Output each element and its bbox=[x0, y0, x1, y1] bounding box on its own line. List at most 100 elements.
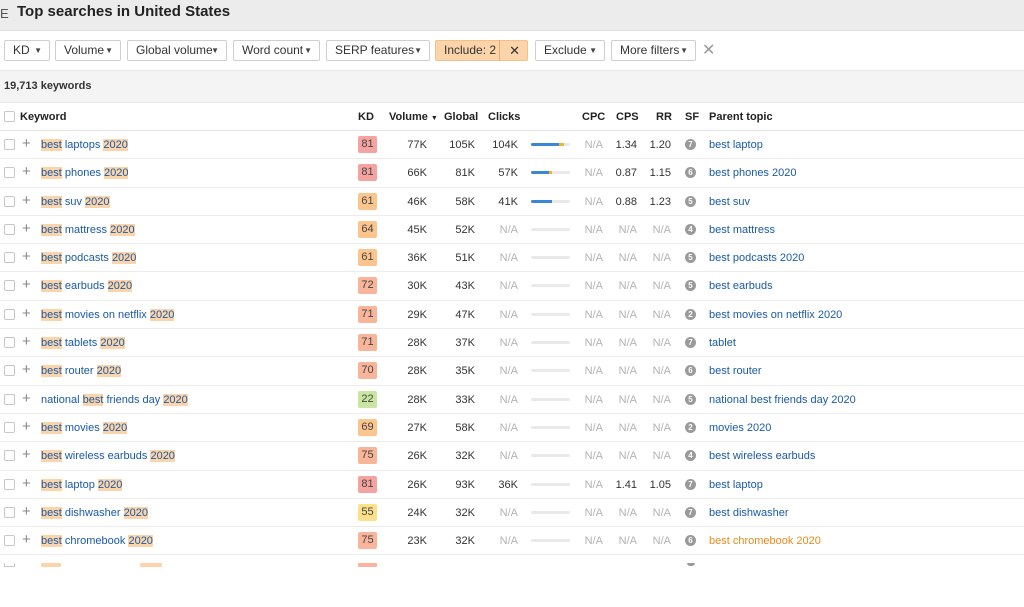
add-to-list-icon[interactable]: + bbox=[22, 391, 31, 406]
row-checkbox[interactable] bbox=[4, 478, 15, 490]
keyword-link[interactable]: best mattress 2020 bbox=[41, 223, 135, 236]
row-checkbox[interactable] bbox=[4, 365, 15, 377]
parent-topic-link[interactable]: best movies on netflix 2020 bbox=[709, 309, 842, 321]
keyword-link[interactable]: best earbuds 2020 bbox=[41, 280, 133, 293]
parent-topic-link[interactable]: movies 2020 bbox=[709, 422, 771, 434]
col-cps[interactable]: CPS bbox=[616, 111, 639, 123]
serp-feature-icon[interactable]: 5 bbox=[685, 252, 696, 264]
add-to-list-icon[interactable]: + bbox=[22, 193, 31, 208]
keyword-link[interactable]: best tablets 2020 bbox=[41, 337, 125, 350]
keyword-link[interactable]: best phones 2020 bbox=[41, 167, 129, 180]
row-checkbox[interactable] bbox=[4, 563, 15, 567]
table-row[interactable]: + best mattress 2020 64 45K 52K N/A N/A N/A N/A 4… bbox=[0, 216, 1024, 245]
keyword-link[interactable]: best laptop 2020 bbox=[41, 478, 123, 491]
table-row[interactable]: + best laptops 2020 81 77K 105K 104K N/A 1.34 1.… bbox=[0, 131, 1024, 160]
serp-feature-icon[interactable]: 4 bbox=[685, 223, 696, 235]
add-to-list-icon[interactable]: + bbox=[22, 504, 31, 519]
serp-feature-icon[interactable]: 7 bbox=[685, 139, 696, 150]
filter-global-volume-button[interactable]: Global volume ▼ bbox=[127, 40, 227, 61]
row-checkbox[interactable] bbox=[4, 280, 15, 292]
select-all-checkbox[interactable] bbox=[4, 111, 15, 122]
table-row[interactable]: + best dishwasher 2020 55 24K 32K N/A N/A N/A N/… bbox=[0, 499, 1024, 528]
table-row[interactable]: + best movies on netflix 2020 71 29K 47K N/A N… bbox=[0, 301, 1024, 330]
serp-feature-icon[interactable]: 2 bbox=[685, 421, 696, 433]
row-checkbox[interactable] bbox=[4, 450, 15, 462]
serp-feature-icon[interactable]: 5 bbox=[685, 195, 696, 207]
keyword-link[interactable]: best dishwasher 2020 bbox=[41, 506, 149, 519]
col-volume[interactable]: Volume ▼ bbox=[389, 111, 438, 123]
table-row[interactable]: + best laptop 2020 81 26K 93K 36K N/A 1.41 1.05 7… bbox=[0, 471, 1024, 499]
keyword-link[interactable]: best suv 2020 bbox=[41, 195, 110, 208]
col-kd[interactable]: KD bbox=[358, 111, 374, 123]
table-row[interactable]: + best suv 2020 61 46K 58K 41K N/A 0.88 1.23 5 bes… bbox=[0, 188, 1024, 216]
col-cpc[interactable]: CPC bbox=[582, 111, 605, 123]
add-to-list-icon[interactable]: + bbox=[22, 221, 31, 236]
serp-feature-icon[interactable]: 5 bbox=[685, 393, 696, 405]
row-checkbox[interactable] bbox=[4, 535, 15, 547]
parent-topic-link[interactable]: best laptop bbox=[709, 479, 763, 491]
table-row[interactable]: + best podcasts 2020 61 36K 51K N/A N/A N/A N/A 5… bbox=[0, 244, 1024, 273]
serp-feature-icon[interactable]: 2 bbox=[685, 308, 696, 320]
col-sf[interactable]: SF bbox=[685, 111, 699, 123]
filter-volume-button[interactable]: Volume ▼ bbox=[55, 40, 121, 61]
table-row[interactable]: + best phones 2020 81 66K 81K 57K N/A 0.87 1.15 6… bbox=[0, 159, 1024, 188]
add-to-list-icon[interactable]: + bbox=[22, 476, 31, 491]
parent-topic-link[interactable]: best wireless earbuds bbox=[709, 450, 815, 462]
add-to-list-icon[interactable]: + bbox=[22, 334, 31, 349]
parent-topic-link[interactable]: best router bbox=[709, 365, 762, 377]
keyword-link[interactable]: best movies on netflix 2020 bbox=[41, 308, 175, 321]
add-to-list-icon[interactable]: + bbox=[22, 136, 31, 151]
parent-topic-link[interactable]: best suv bbox=[709, 196, 750, 208]
table-row[interactable]: + best wireless earbuds 2020 75 26K 32K N/A N/… bbox=[0, 442, 1024, 471]
serp-feature-icon[interactable]: 6 bbox=[685, 535, 696, 547]
row-checkbox[interactable] bbox=[4, 139, 15, 150]
table-row[interactable]: + best earbuds 2020 72 30K 43K N/A N/A N/A N/A 5 b… bbox=[0, 272, 1024, 301]
table-row[interactable]: + best chromebook 2020 75 23K 32K N/A N/A N/A N/… bbox=[0, 527, 1024, 556]
parent-topic-link[interactable]: best podcasts 2020 bbox=[709, 252, 804, 264]
add-to-list-icon[interactable]: + bbox=[22, 362, 31, 377]
filter-kd-button[interactable]: KD ▼ bbox=[4, 40, 50, 61]
row-checkbox[interactable] bbox=[4, 195, 15, 207]
parent-topic-link[interactable]: national best friends day 2020 bbox=[709, 394, 856, 406]
col-rr[interactable]: RR bbox=[656, 111, 672, 123]
parent-topic-link[interactable]: best phones 2020 bbox=[709, 167, 796, 179]
add-to-list-icon[interactable]: + bbox=[22, 532, 31, 547]
table-row[interactable]: + best tablets 2020 71 28K 37K N/A N/A N/A N/A 7 t… bbox=[0, 329, 1024, 358]
add-to-list-icon[interactable]: + bbox=[22, 419, 31, 434]
keyword-link[interactable]: best router 2020 bbox=[41, 365, 122, 378]
parent-topic-link[interactable]: best earbuds bbox=[709, 280, 773, 292]
serp-feature-icon[interactable]: 7 bbox=[685, 478, 696, 490]
row-checkbox[interactable] bbox=[4, 421, 15, 433]
col-global[interactable]: Global bbox=[444, 111, 478, 123]
keyword-link[interactable]: best wireless earbuds 2020 bbox=[41, 450, 175, 463]
parent-topic-link[interactable]: tablet bbox=[709, 337, 736, 349]
parent-topic-link[interactable]: best chromebook 2020 bbox=[709, 535, 821, 547]
row-checkbox[interactable] bbox=[4, 252, 15, 264]
keyword-link[interactable]: best podcasts 2020 bbox=[41, 252, 137, 265]
parent-topic-link[interactable]: best laptop bbox=[709, 139, 763, 151]
row-checkbox[interactable] bbox=[4, 337, 15, 349]
more-filters-button[interactable]: More filters ▼ bbox=[611, 40, 696, 61]
row-checkbox[interactable] bbox=[4, 167, 15, 179]
add-to-list-icon[interactable]: + bbox=[22, 306, 31, 321]
keyword-link[interactable]: national best friends day 2020 bbox=[41, 393, 188, 406]
parent-topic-link[interactable]: best mattress bbox=[709, 224, 775, 236]
row-checkbox[interactable] bbox=[4, 308, 15, 320]
col-clicks[interactable]: Clicks bbox=[488, 111, 520, 123]
filter-word-count-button[interactable]: Word count ▼ bbox=[233, 40, 320, 61]
add-to-list-icon[interactable]: + bbox=[22, 164, 31, 179]
table-row[interactable]: + national best friends day 2020 22 28K 33K N… bbox=[0, 386, 1024, 414]
table-row[interactable]: + best movies 2020 69 27K 58K N/A N/A N/A N/A 2 mo… bbox=[0, 414, 1024, 443]
serp-feature-icon[interactable]: 4 bbox=[685, 450, 696, 462]
filter-include-button[interactable]: Include: 2 ✕ bbox=[435, 40, 528, 61]
row-checkbox[interactable] bbox=[4, 506, 15, 518]
collapse-icon[interactable]: E bbox=[0, 6, 9, 21]
keyword-link[interactable]: best chromebook 2020 bbox=[41, 535, 153, 548]
keyword-link[interactable]: best laptops 2020 bbox=[41, 139, 128, 151]
keyword-link[interactable]: best movies 2020 bbox=[41, 421, 128, 434]
parent-topic-link[interactable]: best dishwasher bbox=[709, 507, 789, 519]
col-parent-topic[interactable]: Parent topic bbox=[709, 111, 773, 123]
serp-feature-icon[interactable]: 6 bbox=[685, 365, 696, 377]
clear-filters-icon[interactable]: ✕ bbox=[702, 40, 715, 61]
add-to-list-icon[interactable]: + bbox=[22, 249, 31, 264]
